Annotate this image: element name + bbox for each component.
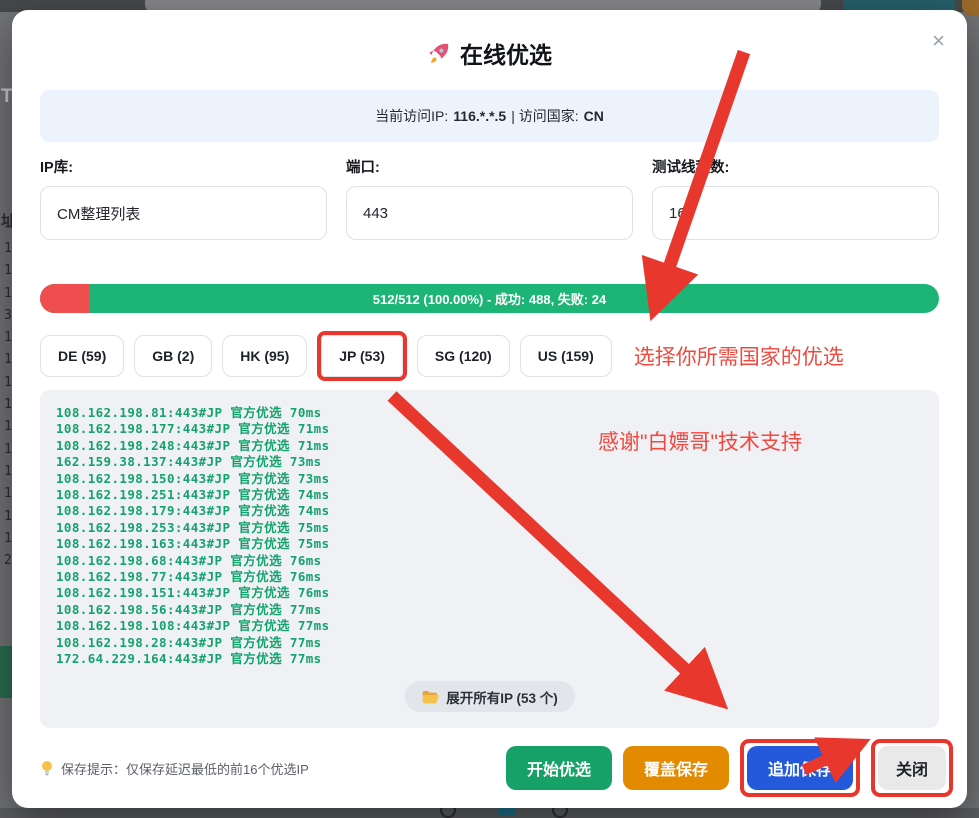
ip-result-line: 172.64.229.164:443#JP 官方优选 77ms [56, 651, 923, 667]
dialog-title-text: 在线优选 [460, 36, 552, 70]
save-hint-text: 保存提示：仅保存延迟最低的前16个优选IP [61, 759, 309, 778]
country-button-gb[interactable]: GB (2) [134, 335, 212, 377]
close-icon[interactable]: × [932, 30, 945, 52]
footer-buttons: 开始优选 覆盖保存 追加保存 关闭 [506, 739, 953, 797]
ip-library-label: IP库: [40, 156, 327, 177]
ip-result-line: 108.162.198.28:443#JP 官方优选 77ms [56, 635, 923, 651]
ip-result-line: 108.162.198.163:443#JP 官方优选 75ms [56, 536, 923, 552]
screen: Ti 址 1 1 1 3 1 1 1 1 1 1 1 1 1 1 2 [0, 0, 979, 818]
annotation-thanks: 感谢"白嫖哥"技术支持 [598, 426, 802, 456]
port-field-group: 端口: [346, 156, 633, 240]
dialog-footer: 保存提示：仅保存延迟最低的前16个优选IP 开始优选 覆盖保存 追加保存 关闭 [40, 736, 953, 800]
ip-library-field-group: IP库: [40, 156, 327, 240]
country-button-sg[interactable]: SG (120) [417, 335, 510, 377]
ip-result-line: 108.162.198.151:443#JP 官方优选 76ms [56, 585, 923, 601]
expand-all-ip-button[interactable]: 展开所有IP (53 个) [404, 681, 575, 712]
ip-library-input[interactable] [40, 186, 327, 240]
append-save-button[interactable]: 追加保存 [747, 746, 853, 790]
ip-result-line: 108.162.198.68:443#JP 官方优选 76ms [56, 553, 923, 569]
country-button-hk[interactable]: HK (95) [222, 335, 307, 377]
background-orange-button [962, 0, 979, 16]
threads-input[interactable] [652, 186, 939, 240]
ip-result-line: 108.162.198.179:443#JP 官方优选 74ms [56, 503, 923, 519]
country-label: | 访问国家: [511, 106, 578, 126]
append-save-highlight-box: 追加保存 [740, 739, 860, 797]
ip-result-line: 108.162.198.81:443#JP 官方优选 70ms [56, 405, 923, 421]
dialog-title: 在线优选 [12, 36, 967, 70]
rocket-icon [427, 41, 451, 65]
settings-row: IP库: 端口: 测试线程数: [40, 156, 939, 240]
ip-result-line: 108.162.198.253:443#JP 官方优选 75ms [56, 520, 923, 536]
overwrite-save-button[interactable]: 覆盖保存 [623, 746, 729, 790]
close-highlight-box: 关闭 [871, 739, 953, 797]
save-hint: 保存提示：仅保存延迟最低的前16个优选IP [40, 759, 506, 778]
ip-result-line: 108.162.198.56:443#JP 官方优选 77ms [56, 602, 923, 618]
annotation-pick-country: 选择你所需国家的优选 [634, 341, 844, 371]
results-panel: 108.162.198.81:443#JP 官方优选 70ms 108.162.… [40, 390, 939, 728]
current-ip-label: 当前访问IP: [375, 106, 448, 126]
progress-failed-segment [40, 284, 89, 313]
threads-label: 测试线程数: [652, 156, 939, 177]
port-input[interactable] [346, 186, 633, 240]
current-ip-value: 116.*.*.5 [453, 108, 506, 124]
current-ip-banner: 当前访问IP: 116.*.*.5 | 访问国家: CN [40, 90, 939, 142]
folder-icon [421, 690, 438, 704]
expand-all-ip-label: 展开所有IP (53 个) [446, 687, 558, 707]
country-button-us[interactable]: US (159) [520, 335, 612, 377]
progress-bar: 512/512 (100.00%) - 成功: 488, 失败: 24 [40, 284, 939, 313]
ip-result-line: 108.162.198.251:443#JP 官方优选 74ms [56, 487, 923, 503]
online-selection-dialog: 在线优选 × 当前访问IP: 116.*.*.5 | 访问国家: CN IP库:… [12, 10, 967, 808]
country-filter-row: DE (59) GB (2) HK (95) JP (53) SG (120) … [40, 330, 939, 382]
port-label: 端口: [346, 156, 633, 177]
country-button-de[interactable]: DE (59) [40, 335, 124, 377]
ip-result-line: 162.159.38.137:443#JP 官方优选 73ms [56, 454, 923, 470]
background-footer-bar [0, 808, 979, 818]
threads-field-group: 测试线程数: [652, 156, 939, 240]
ip-result-line: 108.162.198.77:443#JP 官方优选 76ms [56, 569, 923, 585]
country-value: CN [584, 108, 604, 124]
jp-highlight-box: JP (53) [317, 331, 407, 381]
ip-result-line: 108.162.198.150:443#JP 官方优选 73ms [56, 471, 923, 487]
start-selection-button[interactable]: 开始优选 [506, 746, 612, 790]
close-button[interactable]: 关闭 [878, 746, 946, 790]
progress-text: 512/512 (100.00%) - 成功: 488, 失败: 24 [373, 289, 606, 308]
ip-result-line: 108.162.198.108:443#JP 官方优选 77ms [56, 618, 923, 634]
country-button-jp[interactable]: JP (53) [321, 335, 403, 377]
background-green-row-fragment [0, 646, 12, 698]
bulb-icon [40, 760, 54, 776]
